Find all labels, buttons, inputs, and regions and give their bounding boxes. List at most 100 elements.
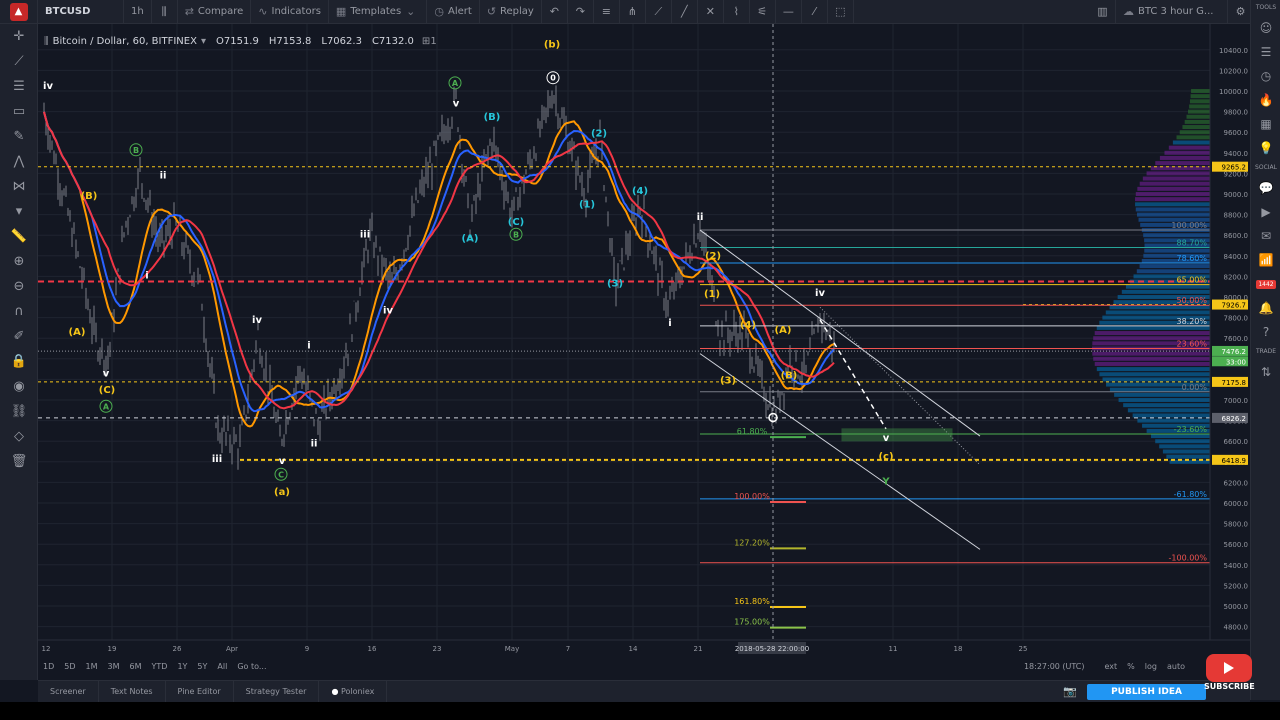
alert-button[interactable]: ◷ Alert [427, 0, 480, 24]
indicator-count-badge[interactable]: ⊞1 [422, 36, 437, 47]
undo-icon[interactable]: ↶ [542, 0, 568, 24]
range-icon[interactable]: ⬚ [828, 0, 854, 24]
price-chart[interactable]: 100.00%88.70%78.60%65.00%50.00%38.20%23.… [38, 24, 1250, 680]
streams-icon[interactable]: ▶ [1251, 200, 1280, 224]
templates-button[interactable]: ▦ Templates ⌄ [329, 0, 428, 24]
volume-profile-bar [1127, 408, 1212, 413]
target-zone-rect[interactable] [841, 428, 953, 442]
auto-toggle[interactable]: auto [1162, 662, 1190, 671]
time-axis-bg[interactable] [38, 640, 1250, 656]
tab-screener[interactable]: Screener [38, 680, 99, 703]
indicators-button[interactable]: ∿ Indicators [251, 0, 329, 24]
percent-toggle[interactable]: % [1122, 662, 1140, 671]
range-1y[interactable]: 1Y [172, 662, 192, 671]
trend-line-icon[interactable]: ⟋ [646, 0, 672, 24]
time-tick-label: 14 [629, 645, 638, 653]
help-icon[interactable]: ? [1251, 320, 1280, 344]
interval-selector[interactable]: 1h [124, 0, 152, 24]
log-toggle[interactable]: log [1140, 662, 1162, 671]
wave-label: (3) [720, 376, 736, 387]
channel-lower-line[interactable] [699, 353, 981, 550]
price-tick-label: 9600.0 [1224, 129, 1249, 137]
notifications-icon[interactable]: 🔔 [1251, 296, 1280, 320]
zoom-out-icon[interactable]: ⊖ [0, 274, 38, 299]
trend-channel-icon[interactable]: ≡ [594, 0, 620, 24]
range-5d[interactable]: 5D [59, 662, 80, 671]
templates-dropdown-icon: ⌄ [406, 5, 416, 18]
crosshair-icon[interactable]: ✛ [0, 24, 38, 49]
legend-high: H7153.8 [268, 36, 312, 47]
tab-poloniex[interactable]: ● Poloniex [319, 680, 388, 703]
pattern-tool-icon[interactable]: ⋈ [0, 174, 38, 199]
ray-icon[interactable]: ╱ [672, 0, 698, 24]
compare-button[interactable]: ⇄ Compare [178, 0, 252, 24]
elliott-wave-icon[interactable]: ⋀ [0, 149, 38, 174]
stay-in-drawing-icon[interactable]: ✐ [0, 324, 38, 349]
tab-strategy-tester[interactable]: Strategy Tester [234, 680, 320, 703]
projection-dashed-line[interactable] [819, 319, 887, 430]
goto-button[interactable]: Go to... [232, 662, 271, 671]
path-icon[interactable]: ⌇ [724, 0, 750, 24]
logo[interactable]: ▲ [0, 0, 38, 24]
notification-badge[interactable]: 1442 [1251, 272, 1280, 296]
legend-dropdown-icon[interactable]: ▾ [201, 36, 206, 47]
alerts-icon[interactable]: ◷ [1251, 64, 1280, 88]
symbol-search[interactable]: BTCUSD [38, 0, 124, 24]
messages-icon[interactable]: ✉ [1251, 224, 1280, 248]
crossline-icon[interactable]: ✕ [698, 0, 724, 24]
trading-panel-icon[interactable]: ⇅ [1251, 360, 1280, 384]
volume-profile-bar [1142, 176, 1212, 181]
user-icon[interactable]: ☺ [1251, 16, 1280, 40]
range-all[interactable]: All [212, 662, 232, 671]
range-ytd[interactable]: YTD [147, 662, 173, 671]
range-1m[interactable]: 1M [81, 662, 103, 671]
calendar-icon[interactable]: ▦ [1251, 112, 1280, 136]
ruler-icon[interactable]: 📏 [0, 224, 38, 249]
wave-label: v [883, 433, 890, 444]
trendline-tool-icon[interactable]: ⟋ [0, 49, 38, 74]
trash-icon[interactable]: 🗑 [0, 449, 38, 474]
publish-idea-button[interactable]: PUBLISH IDEA [1087, 683, 1206, 700]
fib-retracement-icon[interactable]: ☰ [0, 74, 38, 99]
watchlist-icon[interactable]: ☰ [1251, 40, 1280, 64]
range-3m[interactable]: 3M [103, 662, 125, 671]
ideas-icon[interactable]: 💡 [1251, 136, 1280, 160]
tab-text-notes[interactable]: Text Notes [99, 680, 166, 703]
chart-style-icon[interactable]: ⫼ [44, 36, 49, 47]
replay-button[interactable]: ↺ Replay [480, 0, 542, 24]
hotlist-icon[interactable]: 🔥 [1251, 88, 1280, 112]
magnet-icon[interactable]: ∩ [0, 299, 38, 324]
lock-icon[interactable]: 🔒 [0, 349, 38, 374]
chat-icon[interactable]: 💬 [1251, 176, 1280, 200]
broadcast-icon[interactable]: 📶 [1251, 248, 1280, 272]
remove-drawings-icon[interactable]: ◇ [0, 424, 38, 449]
redo-icon[interactable]: ↷ [568, 0, 594, 24]
zoom-in-icon[interactable]: ⊕ [0, 249, 38, 274]
tab-poloniex-label: Poloniex [340, 686, 375, 696]
layout-selector[interactable]: ☁ BTC 3 hour G... [1116, 0, 1228, 24]
eye-icon[interactable]: ◉ [0, 374, 38, 399]
camera-icon[interactable]: 📷 [1063, 685, 1077, 698]
wave-label: (B) [81, 191, 98, 202]
text-tool-icon[interactable]: ✎ [0, 124, 38, 149]
range-6m[interactable]: 6M [125, 662, 147, 671]
brush-icon[interactable]: ⚟ [750, 0, 776, 24]
chart-area[interactable]: 100.00% 88.70% 78.60% 65.00% 50.00% 38.20% 23.… [38, 24, 1250, 680]
wave-label: (B) [484, 112, 501, 123]
rectangle-tool-icon[interactable]: ▭ [0, 99, 38, 124]
layout-grid-icon[interactable]: ▥ [1090, 0, 1116, 24]
horizontal-line-icon[interactable]: — [776, 0, 802, 24]
tab-pine-editor[interactable]: Pine Editor [166, 680, 234, 703]
utc-time[interactable]: 18:27:00 (UTC) [1019, 662, 1090, 671]
fib-icon[interactable]: ⁄ [802, 0, 828, 24]
subscribe-overlay[interactable]: SUBSCRIBE [1204, 654, 1255, 696]
ext-toggle[interactable]: ext [1100, 662, 1123, 671]
link-icon[interactable]: ⛓ [0, 399, 38, 424]
tools-dropdown-icon[interactable]: ▾ [0, 199, 38, 224]
range-5y[interactable]: 5Y [192, 662, 212, 671]
pitchfork-icon[interactable]: ⋔ [620, 0, 646, 24]
wave-label: Y [881, 476, 890, 487]
legend-title[interactable]: Bitcoin / Dollar, 60, BITFINEX [53, 36, 197, 47]
range-1d[interactable]: 1D [38, 662, 59, 671]
chart-style-icon[interactable]: ⫼ [152, 0, 178, 24]
